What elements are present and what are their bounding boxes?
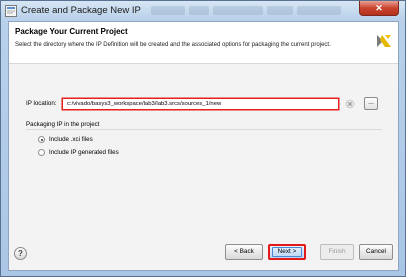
- options-panel: IP location: c:/vivado/basys3_workspace/…: [9, 64, 398, 252]
- back-button[interactable]: < Back: [225, 244, 263, 260]
- radio-selected-icon[interactable]: [38, 136, 45, 143]
- help-button[interactable]: ?: [14, 247, 27, 260]
- browse-button[interactable]: ...: [364, 97, 378, 110]
- section-divider: [26, 129, 382, 130]
- ip-location-value: c:/vivado/basys3_workspace/lab3/lab3.src…: [67, 101, 222, 107]
- page-header: Package Your Current Project Select the …: [9, 22, 398, 64]
- close-button[interactable]: ✕: [359, 1, 399, 16]
- cancel-button-label: Cancel: [366, 248, 386, 255]
- packaging-section-label: Packaging IP in the project: [26, 121, 100, 128]
- option-label: Include IP generated files: [49, 149, 119, 156]
- ip-location-row: IP location: c:/vivado/basys3_workspace/…: [26, 97, 378, 110]
- cancel-button[interactable]: Cancel: [359, 244, 393, 260]
- next-button-label: Next >: [277, 248, 297, 255]
- option-label: Include .xci files: [49, 136, 93, 143]
- vivado-logo-icon: [377, 35, 391, 47]
- clear-icon[interactable]: [345, 99, 355, 109]
- dialog-footer: ? < Back Next > Finish Cancel: [9, 244, 398, 270]
- next-button[interactable]: Next >: [268, 244, 306, 260]
- background-window-tabs: [151, 6, 341, 15]
- page-description: Select the directory where the IP Defini…: [15, 42, 331, 48]
- page-title: Package Your Current Project: [15, 27, 128, 36]
- close-icon: ✕: [375, 3, 383, 13]
- ip-location-input[interactable]: c:/vivado/basys3_workspace/lab3/lab3.src…: [62, 98, 339, 110]
- title-bar[interactable]: Create and Package New IP ✕: [1, 1, 405, 21]
- radio-unselected-icon[interactable]: [38, 149, 45, 156]
- ip-location-label: IP location:: [26, 100, 57, 107]
- app-icon: [5, 5, 17, 17]
- dialog-content: Package Your Current Project Select the …: [8, 21, 399, 271]
- back-button-label: < Back: [234, 248, 254, 255]
- finish-button[interactable]: Finish: [320, 244, 354, 260]
- window-title: Create and Package New IP: [21, 5, 141, 16]
- finish-button-label: Finish: [328, 248, 346, 255]
- create-package-ip-dialog: Create and Package New IP ✕ Package Your…: [0, 0, 406, 277]
